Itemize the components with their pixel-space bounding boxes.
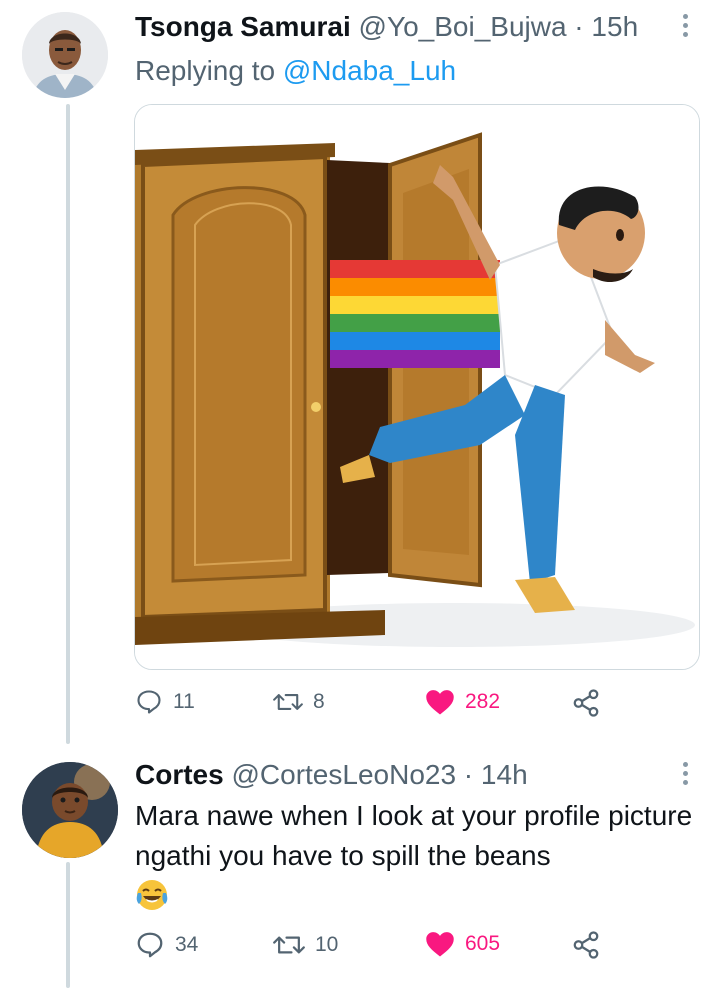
retweet-button[interactable]: 10: [273, 930, 338, 960]
coming-out-of-closet-image: [135, 105, 699, 669]
author-handle[interactable]: @Yo_Boi_Bujwa: [351, 11, 567, 42]
retweet-icon: [273, 694, 303, 710]
separator-dot: ·: [566, 11, 592, 42]
author-name[interactable]: Cortes: [135, 759, 224, 790]
replying-to: Replying to @Ndaba_Luh: [135, 54, 456, 88]
reply-button[interactable]: 34: [135, 930, 198, 960]
tweet-actions: 34 10 605: [135, 930, 635, 964]
retweet-button[interactable]: 8: [273, 688, 325, 716]
tweet-header: Tsonga Samurai @Yo_Boi_Bujwa · 15h: [135, 10, 638, 44]
thread-line: [66, 104, 70, 744]
retweet-icon: [273, 936, 305, 954]
reply-count: 34: [175, 933, 199, 956]
avatar[interactable]: [22, 12, 108, 98]
separator-dot: ·: [456, 759, 481, 790]
face-with-tears-of-joy-emoji: [135, 878, 169, 917]
share-icon: [573, 689, 599, 717]
author-handle[interactable]: @CortesLeoNo23: [224, 759, 456, 790]
retweet-count: 8: [313, 690, 325, 713]
tweet-header: Cortes @CortesLeoNo23 · 14h: [135, 758, 528, 792]
thread-line-lower: [66, 862, 70, 988]
like-button[interactable]: 282: [425, 688, 500, 716]
tweet-actions: 11 8 282: [135, 688, 635, 722]
avatar[interactable]: [22, 762, 118, 858]
reply-count: 11: [173, 690, 195, 713]
author-name[interactable]: Tsonga Samurai: [135, 11, 351, 42]
share-button[interactable]: [571, 688, 601, 718]
reply-icon: [137, 932, 163, 958]
reply-icon: [137, 690, 161, 714]
tweet-time[interactable]: 14h: [481, 759, 528, 790]
share-icon: [573, 931, 599, 959]
tweet-media-image[interactable]: [134, 104, 700, 670]
tweet-time[interactable]: 15h: [591, 11, 638, 42]
like-count: 605: [465, 932, 501, 955]
replying-to-label: Replying to: [135, 55, 283, 86]
share-button[interactable]: [571, 930, 601, 960]
reply-button[interactable]: 11: [135, 688, 195, 716]
retweet-count: 10: [315, 933, 339, 956]
tweet-text: Mara nawe when I look at your profile pi…: [135, 800, 693, 871]
heart-filled-icon: [426, 690, 454, 715]
replying-to-handle[interactable]: @Ndaba_Luh: [283, 55, 456, 86]
more-options-icon[interactable]: [681, 14, 689, 37]
heart-filled-icon: [426, 932, 454, 957]
more-options-icon[interactable]: [681, 762, 689, 785]
like-count: 282: [465, 690, 501, 713]
like-button[interactable]: 605: [425, 930, 500, 958]
